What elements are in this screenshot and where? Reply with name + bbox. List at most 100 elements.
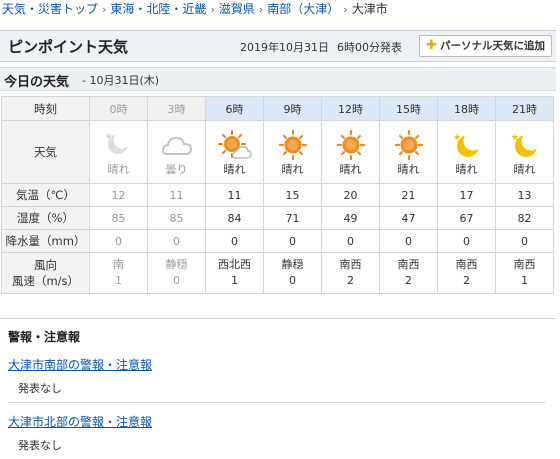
svg-text:★: ★ — [105, 132, 112, 141]
north-warnings-link[interactable]: 大津市北部の警報・注意報 — [8, 413, 152, 430]
temp-cell: 12 — [89, 183, 148, 207]
humidity-cell: 49 — [321, 206, 380, 230]
temp-cell: 20 — [321, 183, 380, 207]
wind-dir: 西北西 — [218, 258, 251, 271]
weather-text: 晴れ — [455, 162, 478, 176]
row-wind: 風向 風速（m/s） 南1 静穏 0 西北西 1 静穏 0 南西 2 南西 2 南西 2 南西… — [1, 252, 554, 294]
south-warnings-status: 発表なし — [18, 382, 62, 395]
south-warnings-link[interactable]: 大津市南部の警報・注意報 — [8, 356, 152, 373]
svg-text:★: ★ — [511, 133, 519, 143]
sun-icon — [278, 129, 307, 160]
hour-cell: 0時 — [89, 96, 148, 121]
temp-cell: 15 — [263, 183, 322, 207]
weather-cell: 晴れ — [263, 120, 322, 184]
wind-speed: 1 — [521, 274, 528, 287]
today-bar: 今日の天気 - 10月31日(木) — [0, 67, 556, 91]
row-weather: 天気 ★ 晴れ 曇り 晴れ 晴れ 晴れ 晴れ ★ 晴れ ★ 晴れ — [1, 120, 554, 184]
wind-dir: 静穏 — [281, 258, 304, 271]
breadcrumb-item-top[interactable]: 天気・災害トップ — [2, 2, 98, 16]
weather-cell: 晴れ — [205, 120, 264, 184]
north-warnings-status: 発表なし — [18, 439, 62, 452]
wind-cell: 南西 2 — [321, 252, 380, 294]
temp-cell: 21 — [379, 183, 438, 207]
label-wind-speed: 風速（m/s） — [11, 274, 80, 288]
wind-speed: 0 — [173, 274, 180, 287]
moon-cloud-icon: ★ — [105, 131, 130, 154]
announce-date: 2019年10月31日 — [240, 41, 329, 54]
wind-cell: 西北西 1 — [205, 252, 264, 294]
precip-cell: 0 — [263, 229, 322, 253]
wind-dir: 南西 — [339, 258, 362, 271]
precip-cell: 0 — [147, 229, 206, 253]
row-temp: 気温（℃） 12 11 11 15 20 21 17 13 — [1, 183, 554, 207]
weather-cell: ★ 晴れ — [495, 120, 554, 184]
hour-cell: 15時 — [379, 96, 438, 121]
weather-cell: ★ 晴れ — [89, 120, 148, 184]
humidity-cell: 85 — [147, 206, 206, 230]
wind-cell: 静穏 0 — [263, 252, 322, 294]
wind-dir: 静穏 — [165, 258, 188, 271]
cloud-icon — [161, 136, 192, 155]
sun-icon — [336, 129, 365, 160]
sun-cloud-icon — [217, 129, 252, 159]
temp-cell: 13 — [495, 183, 554, 207]
wind-cell: 南西 1 — [495, 252, 554, 294]
svg-text:★: ★ — [453, 133, 461, 143]
wind-speed: 2 — [463, 274, 470, 287]
weather-cell: 曇り — [147, 120, 206, 184]
wind-speed: 0 — [289, 274, 296, 287]
chevron-right-icon: › — [258, 3, 264, 16]
humidity-cell: 85 — [89, 206, 148, 230]
hour-cell: 18時 — [437, 96, 496, 121]
hour-cell: 3時 — [147, 96, 206, 121]
humidity-cell: 84 — [205, 206, 264, 230]
row-hours: 時刻 0時 3時 6時 9時 12時 15時 18時 21時 — [1, 96, 554, 121]
humidity-cell: 47 — [379, 206, 438, 230]
warnings-title: 警報・注意報 — [8, 330, 81, 344]
wind-dir: 南西 — [397, 258, 420, 271]
weather-text: 晴れ — [281, 162, 304, 176]
precip-cell: 0 — [379, 229, 438, 253]
weather-text: 晴れ — [397, 162, 420, 176]
moon-icon: ★ — [511, 131, 540, 157]
label-weather: 天気 — [1, 120, 90, 184]
hour-cell: 9時 — [263, 96, 322, 121]
weather-cell: ★ 晴れ — [437, 120, 496, 184]
hour-cell: 12時 — [321, 96, 380, 121]
wind-cell: 南西 2 — [437, 252, 496, 294]
label-wind-dir: 風向 — [34, 258, 57, 272]
wind-cell: 南西 2 — [379, 252, 438, 294]
announce-time: 6時00分発表 — [337, 41, 402, 54]
wind-cell: 南1 — [89, 252, 148, 294]
weather-cell: 晴れ — [321, 120, 380, 184]
plus-icon: ✚ — [426, 38, 437, 53]
wind-speed: 1 — [231, 274, 238, 287]
wind-dir: 南 — [113, 258, 124, 271]
humidity-cell: 67 — [437, 206, 496, 230]
precip-cell: 0 — [205, 229, 264, 253]
today-title: 今日の天気 — [4, 75, 70, 90]
weather-cell: 晴れ — [379, 120, 438, 184]
row-precip: 降水量（mm） 0 0 0 0 0 0 0 0 — [1, 229, 554, 253]
weather-text: 曇り — [165, 162, 188, 176]
chevron-right-icon: › — [102, 3, 107, 16]
label-humidity: 湿度（%） — [1, 206, 90, 230]
sun-icon — [394, 129, 423, 160]
precip-cell: 0 — [437, 229, 496, 253]
add-personal-weather-button[interactable]: ✚ パーソナル天気に追加 — [419, 35, 552, 57]
chevron-right-icon: › — [343, 3, 348, 16]
breadcrumb-item-area[interactable]: 南部（大津） — [267, 2, 339, 16]
wind-cell: 静穏 0 — [147, 252, 206, 294]
hour-cell: 21時 — [495, 96, 554, 121]
breadcrumb: 天気・災害トップ › 東海・北陸・近畿 › 滋賀県 › 南部（大津） › 大津市 — [0, 0, 560, 20]
row-humidity: 湿度（%） 85 85 84 71 49 47 67 82 — [1, 206, 554, 230]
breadcrumb-item-prefecture[interactable]: 滋賀県 — [219, 2, 255, 16]
moon-icon: ★ — [453, 131, 482, 157]
weather-text: 晴れ — [339, 162, 362, 176]
wind-speed: 2 — [405, 274, 412, 287]
wind-speed: 1 — [115, 274, 122, 287]
wind-dir: 南西 — [455, 258, 478, 271]
breadcrumb-item-region[interactable]: 東海・北陸・近畿 — [110, 2, 206, 16]
weather-text: 晴れ — [107, 162, 130, 176]
wind-dir: 南西 — [513, 258, 536, 271]
